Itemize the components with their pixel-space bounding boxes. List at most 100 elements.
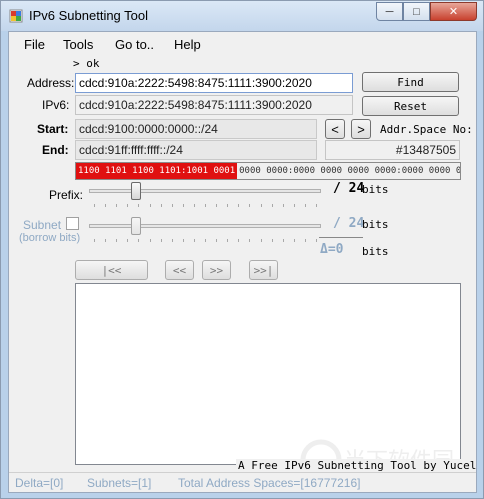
slider-tick — [150, 239, 151, 242]
status-hint: > ok — [73, 57, 100, 70]
prev-button[interactable]: < — [325, 119, 345, 139]
subnet-slider-ticks — [94, 239, 317, 243]
menu-tools[interactable]: Tools — [63, 37, 93, 52]
slider-tick — [272, 239, 273, 242]
slider-tick — [261, 204, 262, 207]
addr-space-value[interactable]: #13487505 — [325, 140, 460, 160]
delta-unit: bits — [362, 245, 389, 258]
slider-tick — [138, 204, 139, 207]
slider-tick — [127, 204, 128, 207]
delta-symbol: Δ= — [320, 242, 336, 257]
find-button[interactable]: Find — [362, 72, 459, 92]
delta-value: 0 — [335, 242, 344, 257]
bits-rest: 0000 0000:0000 0000 0000 0000:0000 0000 … — [239, 166, 461, 176]
slider-tick — [316, 239, 317, 242]
slider-tick — [150, 204, 151, 207]
prefix-slider-thumb[interactable] — [131, 182, 141, 200]
subnet-slash: / — [333, 216, 341, 231]
close-icon: ✕ — [448, 6, 459, 18]
slider-tick — [261, 239, 262, 242]
address-label: Address: — [27, 76, 75, 90]
menu-help[interactable]: Help — [174, 37, 201, 52]
ipv6-label: IPv6: — [42, 98, 70, 112]
slider-tick — [227, 239, 228, 242]
slider-tick — [116, 239, 117, 242]
slider-tick — [161, 239, 162, 242]
ipv6-field[interactable]: cdcd:910a:2222:5498:8475:1111:3900:2020 — [75, 95, 353, 115]
slider-tick — [94, 239, 95, 242]
delta-divider — [319, 237, 363, 238]
slider-tick — [216, 239, 217, 242]
slider-tick — [294, 204, 295, 207]
slider-tick — [105, 239, 106, 242]
prefix-slider[interactable] — [89, 182, 321, 212]
slider-tick — [172, 239, 173, 242]
subnet-slider[interactable] — [89, 217, 321, 247]
slider-tick — [116, 204, 117, 207]
prefix-slash: / — [333, 181, 341, 196]
slider-tick — [183, 204, 184, 207]
bits-highlighted: 1100 1101 1100 1101:1001 0001 — [76, 163, 238, 179]
slider-tick — [161, 204, 162, 207]
slider-tick — [283, 204, 284, 207]
next-button[interactable]: > — [351, 119, 371, 139]
addr-space-label: Addr.Space No: — [380, 123, 473, 136]
address-input[interactable]: cdcd:910a:2222:5498:8475:1111:3900:2020 — [75, 73, 353, 93]
slider-tick — [272, 204, 273, 207]
minimize-icon: ─ — [385, 5, 394, 18]
reset-button[interactable]: Reset — [362, 96, 459, 116]
end-field[interactable]: cdcd:91ff:ffff:ffff::/24 — [75, 140, 317, 160]
status-delta: Delta=[0] — [15, 476, 64, 490]
subnet-slider-thumb[interactable] — [131, 217, 141, 235]
last-button[interactable]: >>| — [249, 260, 278, 280]
start-field[interactable]: cdcd:9100:0000:0000::/24 — [75, 119, 317, 139]
prefix-value: / 24 — [333, 181, 364, 196]
slider-tick — [283, 239, 284, 242]
slider-tick — [194, 204, 195, 207]
status-bar: Delta=[0] Subnets=[1] Total Address Spac… — [9, 472, 476, 492]
slider-tick — [183, 239, 184, 242]
end-label: End: — [42, 143, 69, 157]
slider-tick — [238, 204, 239, 207]
menu-goto[interactable]: Go to.. — [115, 37, 154, 52]
subnet-slider-track — [89, 224, 321, 228]
menu-file[interactable]: File — [24, 37, 45, 52]
subnet-value: / 24 — [333, 216, 364, 231]
slider-tick — [94, 204, 95, 207]
delta-display: Δ=0 — [320, 242, 343, 257]
slider-tick — [138, 239, 139, 242]
start-label: Start: — [37, 122, 69, 136]
slider-tick — [316, 204, 317, 207]
subnet-sublabel: (borrow bits) — [19, 232, 81, 244]
maximize-button[interactable]: □ — [403, 2, 430, 21]
slider-tick — [294, 239, 295, 242]
next-page-button[interactable]: >> — [202, 260, 231, 280]
slider-tick — [105, 204, 106, 207]
prev-page-button[interactable]: << — [165, 260, 194, 280]
close-button[interactable]: ✕ — [430, 2, 477, 21]
prefix-slider-track — [89, 189, 321, 193]
slider-tick — [127, 239, 128, 242]
slider-tick — [249, 239, 250, 242]
bits-display: 1100 1101 1100 1101:1001 0001 0000 0000:… — [75, 162, 461, 180]
results-list[interactable] — [75, 283, 461, 465]
slider-tick — [249, 204, 250, 207]
title-bar[interactable]: IPv6 Subnetting Tool ─ □ ✕ — [1, 1, 483, 31]
slider-tick — [205, 204, 206, 207]
app-icon — [9, 9, 23, 23]
slider-tick — [238, 239, 239, 242]
slider-tick — [305, 204, 306, 207]
credit-text: A Free IPv6 Subnetting Tool by Yucel G — [236, 459, 476, 472]
minimize-button[interactable]: ─ — [376, 2, 403, 21]
slider-tick — [216, 204, 217, 207]
slider-tick — [172, 204, 173, 207]
prefix-slider-ticks — [94, 204, 317, 208]
prefix-unit: bits — [362, 183, 389, 196]
subnet-checkbox[interactable] — [66, 217, 79, 230]
status-subnets: Subnets=[1] — [87, 476, 152, 490]
window-title: IPv6 Subnetting Tool — [29, 8, 149, 23]
status-hint-text: ok — [86, 57, 100, 70]
subnet-unit: bits — [362, 218, 389, 231]
prefix-label: Prefix: — [49, 188, 84, 202]
first-button[interactable]: |<< — [75, 260, 148, 280]
